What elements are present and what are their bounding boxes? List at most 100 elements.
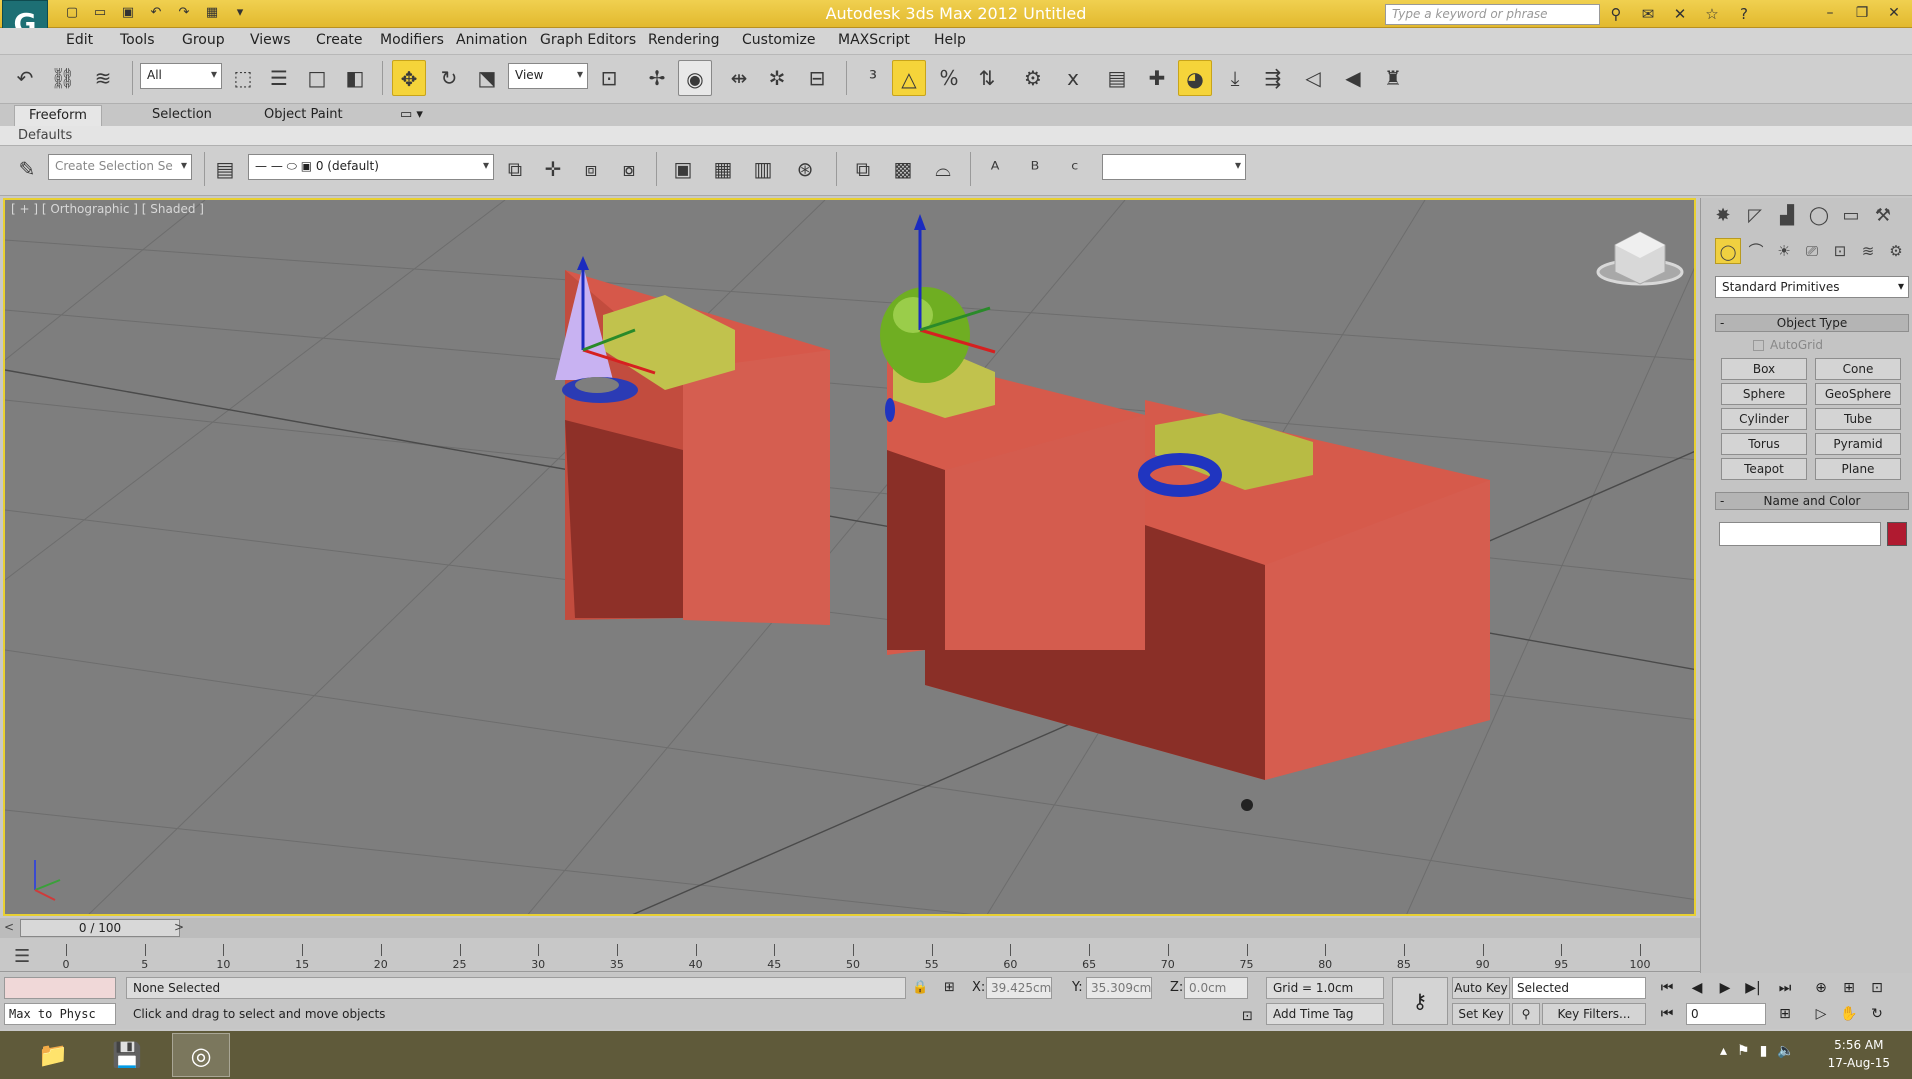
file-explorer-icon[interactable]: 📁: [24, 1033, 82, 1077]
unlink-icon[interactable]: ≋: [86, 60, 120, 96]
network-icon[interactable]: ▮: [1760, 1043, 1768, 1059]
cone-button[interactable]: Cone: [1815, 358, 1901, 380]
next-frame-icon[interactable]: ▶|: [1740, 977, 1766, 999]
time-config-icon[interactable]: ⊞: [1772, 1003, 1798, 1025]
menu-group[interactable]: Group: [182, 32, 225, 48]
menu-graph-editors[interactable]: Graph Editors: [540, 32, 636, 48]
select-by-name-icon[interactable]: ☰: [262, 60, 296, 96]
array-icon[interactable]: ✲: [760, 60, 794, 96]
go-to-start-icon[interactable]: ⏮: [1654, 977, 1680, 999]
object-name-field[interactable]: [1719, 522, 1881, 546]
curve-editor-icon[interactable]: ⤓: [1218, 60, 1252, 96]
favorites-icon[interactable]: ☆: [1701, 3, 1723, 25]
set-key-b-icon[interactable]: ᴮ: [1018, 151, 1052, 187]
object-type-rollout[interactable]: - Object Type: [1715, 314, 1909, 332]
snaps-toggle-icon[interactable]: ³: [856, 60, 890, 96]
menu-edit[interactable]: Edit: [66, 32, 93, 48]
menu-rendering[interactable]: Rendering: [648, 32, 720, 48]
graphite-toggle-icon[interactable]: ◕: [1178, 60, 1212, 96]
autogrid-checkbox[interactable]: AutoGrid: [1753, 338, 1823, 352]
search-input[interactable]: Type a keyword or phrase: [1385, 4, 1600, 25]
key-mode-toggle-icon[interactable]: ⏮: [1654, 1003, 1680, 1025]
render-window-icon[interactable]: ▥: [746, 151, 780, 187]
window-crossing-icon[interactable]: ◧: [338, 60, 372, 96]
field-of-view-icon[interactable]: ▷: [1808, 1003, 1834, 1025]
spacewarps-icon[interactable]: ≋: [1855, 238, 1881, 264]
menu-customize[interactable]: Customize: [742, 32, 816, 48]
mirror-icon[interactable]: ⇹: [722, 60, 756, 96]
teapot-button[interactable]: Teapot: [1721, 458, 1807, 480]
motion-tab-icon[interactable]: ◯: [1805, 202, 1833, 230]
geometry-icon[interactable]: ◯: [1715, 238, 1741, 264]
set-key-c-icon[interactable]: ᶜ: [1058, 151, 1092, 187]
layer-dropdown[interactable]: — — ⬭ ▣ 0 (default): [248, 154, 494, 180]
set-key-a-icon[interactable]: ᴬ: [978, 151, 1012, 187]
set-key-large-icon[interactable]: ⚷: [1392, 977, 1448, 1025]
communication-icon[interactable]: ✉: [1637, 3, 1659, 25]
time-tag-icon[interactable]: ⊡: [1242, 1009, 1253, 1024]
time-slider-prev-icon[interactable]: <: [4, 920, 14, 934]
shapes-icon[interactable]: ⌒: [1743, 238, 1769, 264]
menu-tools[interactable]: Tools: [120, 32, 155, 48]
reference-coord-dropdown[interactable]: View: [508, 63, 588, 89]
schematic-view-icon[interactable]: ⇶: [1256, 60, 1290, 96]
previous-frame-icon[interactable]: ◀: [1684, 977, 1710, 999]
create-layer-icon[interactable]: ⧉: [498, 151, 532, 187]
torus-object-2[interactable]: [885, 398, 895, 422]
clone-align-icon[interactable]: ⌓: [926, 151, 960, 187]
edit-named-selection-icon[interactable]: ✎: [10, 151, 44, 187]
lights-icon[interactable]: ☀: [1771, 238, 1797, 264]
pivot-center-icon[interactable]: ⊡: [592, 60, 626, 96]
zoom-extents-icon[interactable]: ⊡: [1864, 977, 1890, 999]
layer-manager-icon[interactable]: ▤: [1100, 60, 1134, 96]
play-icon[interactable]: ▶: [1712, 977, 1738, 999]
plane-button[interactable]: Plane: [1815, 458, 1901, 480]
mini-curve-editor-icon[interactable]: ☰: [14, 946, 30, 967]
saved-file-icon[interactable]: 💾: [98, 1033, 156, 1077]
zoom-all-icon[interactable]: ⊞: [1836, 977, 1862, 999]
key-mode-dropdown[interactable]: Selected: [1512, 977, 1646, 999]
close-icon[interactable]: ✕: [1880, 2, 1908, 24]
menu-maxscript[interactable]: MAXScript: [838, 32, 910, 48]
exchange-icon[interactable]: ✕: [1669, 3, 1691, 25]
align-icon[interactable]: ⊟: [800, 60, 834, 96]
add-to-layer-icon[interactable]: ✛: [536, 151, 570, 187]
orbit-icon[interactable]: ↻: [1864, 1003, 1890, 1025]
tube-button[interactable]: Tube: [1815, 408, 1901, 430]
go-to-end-icon[interactable]: ⏭: [1772, 977, 1798, 999]
select-scale-icon[interactable]: ⬔: [470, 60, 504, 96]
menu-help[interactable]: Help: [934, 32, 966, 48]
named-selection-set-dropdown[interactable]: Create Selection Se: [48, 154, 192, 180]
flag-icon[interactable]: ⚑: [1737, 1043, 1750, 1059]
primitive-category-dropdown[interactable]: Standard Primitives: [1715, 276, 1909, 298]
set-key-button[interactable]: Set Key: [1452, 1003, 1510, 1025]
undo-toolbar-icon[interactable]: ↶: [8, 60, 42, 96]
maxscript-listener-output[interactable]: [4, 977, 116, 999]
add-time-tag-button[interactable]: Add Time Tag: [1266, 1003, 1384, 1025]
render-setup-icon[interactable]: ◀: [1336, 60, 1370, 96]
set-current-layer-icon[interactable]: ⧇: [612, 151, 646, 187]
absolute-mode-icon[interactable]: ⊞: [944, 980, 955, 995]
sphere-button[interactable]: Sphere: [1721, 383, 1807, 405]
minimize-icon[interactable]: –: [1816, 2, 1844, 24]
object-color-swatch[interactable]: [1887, 522, 1907, 546]
z-coordinate-field[interactable]: 0.0cm: [1184, 977, 1248, 999]
viewcube-icon[interactable]: [1596, 231, 1684, 286]
x-coordinate-field[interactable]: 39.425cm: [986, 977, 1052, 999]
spacing-tool-icon[interactable]: ▩: [886, 151, 920, 187]
binoculars-icon[interactable]: ⚲: [1605, 3, 1627, 25]
axis-constraint-icon[interactable]: ⅹ: [1056, 60, 1090, 96]
selection-filter-dropdown[interactable]: All: [140, 63, 222, 89]
select-rotate-icon[interactable]: ↻: [432, 60, 466, 96]
named-selection-icon[interactable]: ⚙: [1016, 60, 1050, 96]
modify-tab-icon[interactable]: ◸: [1741, 202, 1769, 230]
tab-object-paint[interactable]: Object Paint: [250, 105, 357, 126]
tab-freeform[interactable]: Freeform: [14, 105, 102, 126]
ribbon-options-icon[interactable]: ▭ ▾: [386, 105, 437, 126]
menu-views[interactable]: Views: [250, 32, 291, 48]
key-filter-icon[interactable]: ⚲: [1512, 1003, 1540, 1025]
track-bar[interactable]: ☰ 0 5 10 15 20 25 30 35 40 45 50 55 60 65 70 75 80 85 90 95…: [0, 938, 1700, 972]
select-move-icon[interactable]: ✥: [392, 60, 426, 96]
maxscript-listener-input[interactable]: Max to Physc: [4, 1003, 116, 1025]
layers-icon[interactable]: ▤: [208, 151, 242, 187]
